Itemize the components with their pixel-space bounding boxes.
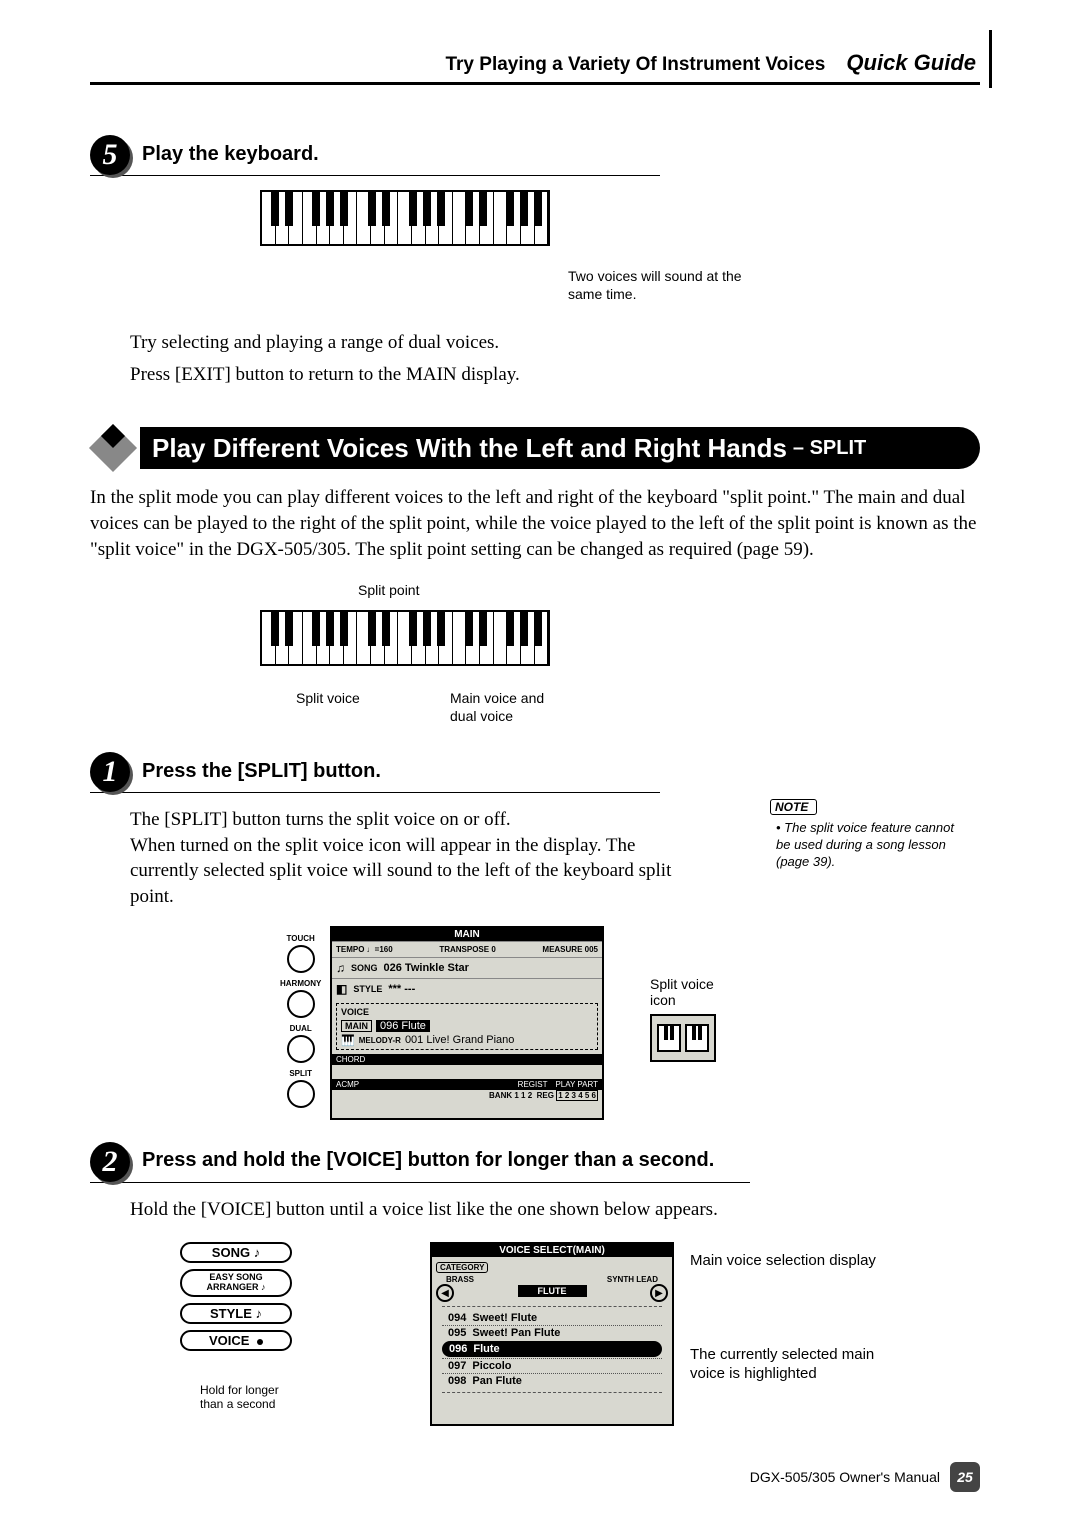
hold-caption: Hold for longer than a second bbox=[200, 1383, 320, 1411]
keyboard-diagram-split: Split point Split voice Main voice and d… bbox=[260, 582, 980, 722]
step5-body2: Press [EXIT] button to return to the MAI… bbox=[130, 362, 890, 388]
main-voice-selection-callout: Main voice selection display bbox=[690, 1252, 876, 1271]
music-note-icon: ♫ bbox=[336, 961, 345, 975]
page-footer: DGX-505/305 Owner's Manual 25 bbox=[750, 1462, 980, 1492]
step5-body1: Try selecting and playing a range of dua… bbox=[130, 330, 890, 356]
dual-knob-icon bbox=[287, 1035, 315, 1063]
lcd-main-screenshot: TOUCH HARMONY DUAL SPLIT MAIN TEMPO ♩=16… bbox=[190, 926, 980, 1126]
split-voice-icon bbox=[650, 1014, 716, 1062]
split-knob-icon bbox=[287, 1080, 315, 1108]
list-item: 094Sweet! Flute bbox=[442, 1311, 662, 1325]
knob-column: TOUCH HARMONY DUAL SPLIT bbox=[280, 934, 321, 1114]
prev-category-icon: ◀ bbox=[436, 1284, 454, 1302]
list-item: 095Sweet! Pan Flute bbox=[442, 1325, 662, 1340]
section-title-main: Play Different Voices With the Left and … bbox=[152, 433, 787, 464]
panel-button-column: SONG ♪ EASY SONGARRANGER ♪ STYLE ♪ VOICE… bbox=[180, 1242, 320, 1411]
step1-title: Press the [SPLIT] button. bbox=[142, 760, 381, 783]
header-left: Try Playing a Variety Of Instrument Voic… bbox=[445, 54, 825, 75]
list-item-selected: 096Flute bbox=[442, 1341, 662, 1357]
voice-list: 094Sweet! Flute 095Sweet! Pan Flute 096F… bbox=[442, 1306, 662, 1393]
category-label: CATEGORY bbox=[436, 1262, 488, 1273]
style-icon: ◧ bbox=[336, 982, 347, 996]
list-item: 098Pan Flute bbox=[442, 1373, 662, 1388]
diamond-icon bbox=[89, 424, 137, 472]
step-2-heading: 2 Press and hold the [VOICE] button for … bbox=[90, 1142, 750, 1183]
split-voice-icon-callout: Split voice icon bbox=[650, 976, 716, 1062]
step2-body: Hold the [VOICE] button until a voice li… bbox=[130, 1197, 890, 1223]
list-item: 097Piccolo bbox=[442, 1358, 662, 1373]
voice-select-panel: SONG ♪ EASY SONGARRANGER ♪ STYLE ♪ VOICE… bbox=[180, 1242, 980, 1442]
section-intro: In the split mode you can play different… bbox=[90, 485, 980, 562]
note-body: • The split voice feature cannot be used… bbox=[770, 820, 970, 871]
keyboard-icon bbox=[260, 610, 550, 666]
step-5-heading: 5 Play the keyboard. bbox=[90, 135, 660, 176]
main-voice-label: Main voice and dual voice bbox=[450, 690, 544, 725]
voice-lcd-title: VOICE SELECT(MAIN) bbox=[432, 1244, 672, 1257]
manual-name: DGX-505/305 Owner's Manual bbox=[750, 1469, 940, 1485]
keyboard-diagram-dual: Two voices will sound at the same time. bbox=[260, 190, 980, 320]
step-1-heading: 1 Press the [SPLIT] button. bbox=[90, 752, 660, 793]
easy-song-arranger-button: EASY SONGARRANGER ♪ bbox=[180, 1269, 292, 1297]
step2-title: Press and hold the [VOICE] button for lo… bbox=[142, 1149, 714, 1172]
page-running-header: Try Playing a Variety Of Instrument Voic… bbox=[90, 50, 980, 76]
lcd-title: MAIN bbox=[332, 928, 602, 941]
flute-category: FLUTE bbox=[518, 1285, 587, 1297]
step5-title: Play the keyboard. bbox=[142, 143, 319, 166]
split-point-label: Split point bbox=[358, 582, 419, 600]
note-label: NOTE bbox=[770, 799, 817, 815]
note-box: NOTE • The split voice feature cannot be… bbox=[770, 798, 970, 871]
style-button: STYLE ♪ bbox=[180, 1303, 292, 1324]
dual-caption: Two voices will sound at the same time. bbox=[568, 268, 742, 303]
voice-button: VOICE bbox=[180, 1330, 292, 1351]
selected-highlight-callout: The currently selected main voice is hig… bbox=[690, 1346, 874, 1384]
keyboard-icon bbox=[260, 190, 550, 246]
page-number: 25 bbox=[950, 1462, 980, 1492]
step-1-badge: 1 bbox=[90, 752, 130, 792]
next-category-icon: ▶ bbox=[650, 1284, 668, 1302]
header-rule bbox=[90, 82, 980, 85]
step1-body: The [SPLIT] button turns the split voice… bbox=[130, 807, 700, 910]
harmony-knob-icon bbox=[287, 990, 315, 1018]
piano-icon: 🎹 bbox=[341, 1034, 355, 1047]
voice-select-lcd: VOICE SELECT(MAIN) CATEGORY BRASS SYNTH … bbox=[430, 1242, 674, 1426]
header-quickguide: Quick Guide bbox=[846, 50, 976, 75]
step-5-badge: 5 bbox=[90, 135, 130, 175]
split-voice-label: Split voice bbox=[296, 690, 360, 708]
section-heading-split: Play Different Voices With the Left and … bbox=[90, 427, 980, 469]
step-2-badge: 2 bbox=[90, 1142, 130, 1182]
category-row: BRASS SYNTH LEAD bbox=[432, 1275, 672, 1284]
touch-knob-icon bbox=[287, 945, 315, 973]
song-button: SONG ♪ bbox=[180, 1242, 292, 1263]
lcd-screen: MAIN TEMPO ♩=160 TRANSPOSE 0 MEASURE 005… bbox=[330, 926, 604, 1120]
section-title-suffix: – SPLIT bbox=[793, 437, 866, 460]
